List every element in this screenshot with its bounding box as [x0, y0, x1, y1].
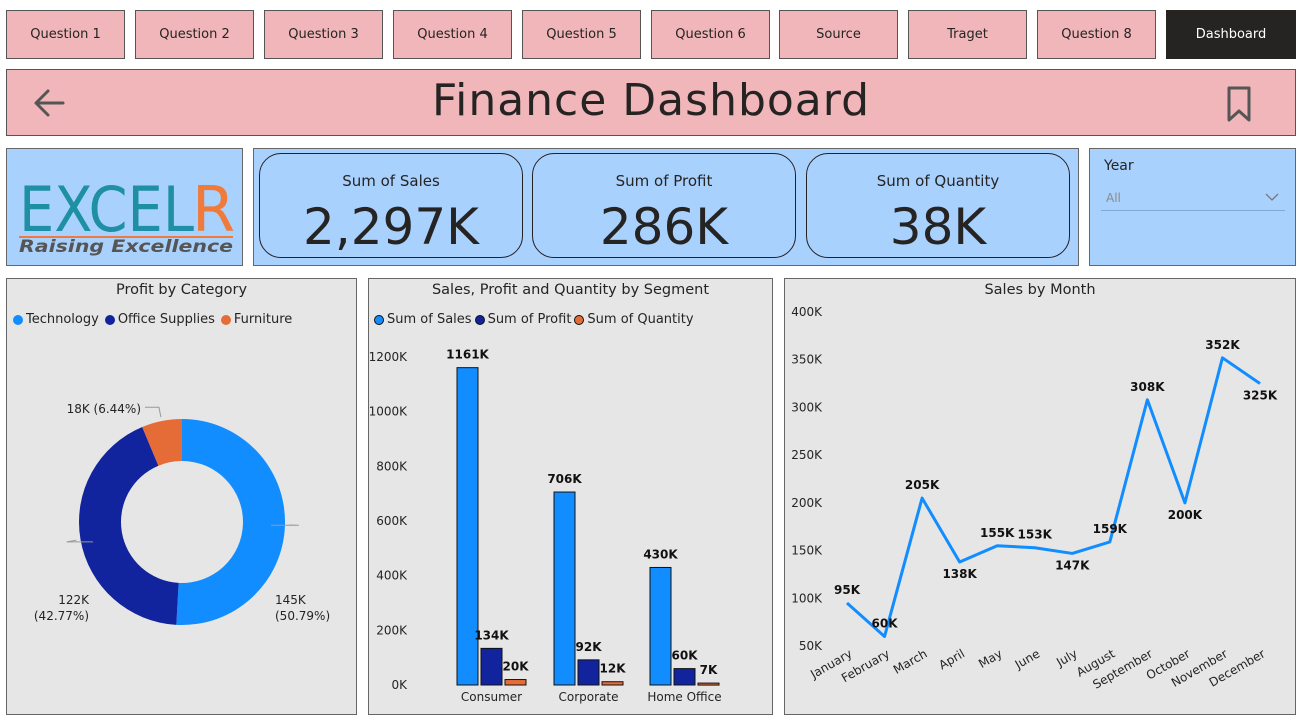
- bar-corporate-sum-of-sales: [553, 491, 576, 686]
- bookmark-icon[interactable]: [1219, 84, 1259, 124]
- logo-text-excel: EXCEL: [19, 173, 194, 246]
- data-label: 147K: [1055, 558, 1090, 572]
- data-label: 95K: [834, 583, 861, 597]
- x-tick-label: March: [891, 646, 930, 676]
- segment-bar-panel: Sales, Profit and Quantity by Segment Su…: [368, 278, 773, 715]
- logo-tagline: Raising Excellence: [19, 237, 233, 257]
- y-tick-label: 600K: [376, 514, 408, 528]
- data-label: 153K: [1018, 528, 1053, 542]
- tab-dashboard[interactable]: Dashboard: [1166, 10, 1296, 59]
- sales-line: [846, 356, 1261, 638]
- tab-question-5[interactable]: Question 5: [522, 10, 641, 59]
- tab-question-8[interactable]: Question 8: [1037, 10, 1156, 59]
- bar-home-office-sum-of-quantity: [697, 682, 720, 686]
- y-tick-label: 1200K: [369, 350, 408, 364]
- y-tick-label: 350K: [791, 353, 823, 367]
- kpi-card-profit: Sum of Profit 286K: [532, 153, 796, 258]
- data-label: 138K: [942, 567, 977, 581]
- data-label: 308K: [1130, 380, 1165, 394]
- x-tick-label: Home Office: [647, 690, 721, 704]
- data-label: 706K: [547, 472, 582, 486]
- bar-home-office-sum-of-sales: [649, 566, 672, 686]
- donut-slice-technology: [176, 419, 286, 625]
- data-label: 352K: [1205, 338, 1240, 352]
- tab-question-2[interactable]: Question 2: [135, 10, 254, 59]
- kpi-label: Sum of Profit: [615, 172, 713, 190]
- data-label: 12K: [600, 662, 627, 676]
- logo-text-r: R: [192, 173, 235, 246]
- kpi-label: Sum of Sales: [342, 172, 440, 190]
- kpi-label: Sum of Quantity: [876, 172, 1000, 190]
- y-tick-label: 400K: [791, 305, 823, 319]
- x-tick-label: April: [936, 646, 967, 672]
- y-tick-label: 0K: [391, 678, 408, 692]
- y-tick-label: 300K: [791, 400, 823, 414]
- leader-line: [145, 406, 162, 418]
- chevron-down-icon: [1265, 193, 1279, 201]
- data-label: 155K: [980, 526, 1015, 540]
- y-tick-label: 50K: [799, 639, 823, 653]
- y-tick-label: 250K: [791, 448, 823, 462]
- data-label: 122K: [58, 593, 90, 607]
- y-tick-label: 200K: [376, 623, 408, 637]
- tab-question-3[interactable]: Question 3: [264, 10, 383, 59]
- x-tick-label: June: [1012, 646, 1043, 672]
- slicer-selected-value: All: [1106, 191, 1121, 205]
- data-label: 325K: [1243, 389, 1278, 403]
- data-label: 430K: [643, 547, 678, 561]
- data-label: 134K: [474, 628, 509, 642]
- line-chart: 50K 100K 150K 200K 250K 300K 350K 400K 95K 60K 205…: [791, 305, 1278, 692]
- bar-home-office-sum-of-profit: [673, 668, 696, 686]
- logo-panel: EXCEL R Raising Excellence: [6, 148, 243, 266]
- data-label: 200K: [1168, 508, 1203, 522]
- kpi-value: 38K: [889, 198, 987, 256]
- year-dropdown[interactable]: All: [1101, 184, 1285, 211]
- sales-by-month-panel: Sales by Month 50K 100K 150K 200K 250K 300K 35…: [784, 278, 1296, 715]
- y-tick-label: 200K: [791, 496, 823, 510]
- data-label: 205K: [905, 478, 940, 492]
- back-arrow-icon[interactable]: [29, 83, 69, 123]
- tab-target[interactable]: Traget: [908, 10, 1027, 59]
- kpi-card-quantity: Sum of Quantity 38K: [806, 153, 1070, 258]
- kpi-value: 2,297K: [303, 198, 479, 256]
- page-title: Finance Dashboard: [431, 75, 871, 126]
- bar-corporate-sum-of-profit: [577, 659, 600, 686]
- y-tick-label: 100K: [791, 591, 823, 605]
- data-label: 7K: [700, 663, 718, 677]
- bar-consumer-sum-of-quantity: [504, 679, 527, 686]
- tab-source[interactable]: Source: [779, 10, 898, 59]
- kpi-card-sales: Sum of Sales 2,297K: [259, 153, 523, 258]
- y-tick-label: 400K: [376, 569, 408, 583]
- year-slicer: Year All: [1089, 148, 1296, 266]
- donut-chart: 145K (50.79%) 122K (42.77%) 18K (6.44%): [34, 402, 330, 625]
- bar-chart: 0K 200K 400K 600K 800K 1000K 1200K 1161K 134K 20K…: [369, 348, 722, 704]
- kpi-value: 286K: [599, 198, 729, 256]
- tab-question-4[interactable]: Question 4: [393, 10, 512, 59]
- bar-corporate-sum-of-quantity: [601, 681, 624, 686]
- bar-consumer-sum-of-profit: [480, 647, 503, 686]
- x-tick-label: Consumer: [461, 690, 522, 704]
- data-label: 18K (6.44%): [67, 402, 141, 416]
- y-tick-label: 150K: [791, 544, 823, 558]
- data-label: 1161K: [446, 348, 489, 362]
- data-label: 92K: [576, 640, 603, 654]
- tab-question-6[interactable]: Question 6: [651, 10, 770, 59]
- x-tick-label: May: [976, 646, 1004, 671]
- profit-by-category-panel: Profit by Category Technology Office Sup…: [6, 278, 357, 715]
- data-label: (50.79%): [275, 609, 330, 623]
- slicer-label: Year: [1104, 158, 1134, 174]
- data-label: (42.77%): [34, 609, 89, 623]
- x-tick-label: Corporate: [559, 690, 619, 704]
- data-label: 60K: [672, 649, 699, 663]
- y-tick-label: 1000K: [369, 405, 408, 419]
- y-tick-label: 800K: [376, 459, 408, 473]
- data-label: 60K: [872, 616, 899, 630]
- data-label: 159K: [1093, 522, 1128, 536]
- tab-question-1[interactable]: Question 1: [6, 10, 125, 59]
- excelr-logo: EXCEL R Raising Excellence: [19, 173, 235, 257]
- data-label: 20K: [503, 660, 530, 674]
- header-banner: Finance Dashboard: [6, 69, 1296, 136]
- data-label: 145K: [275, 593, 307, 607]
